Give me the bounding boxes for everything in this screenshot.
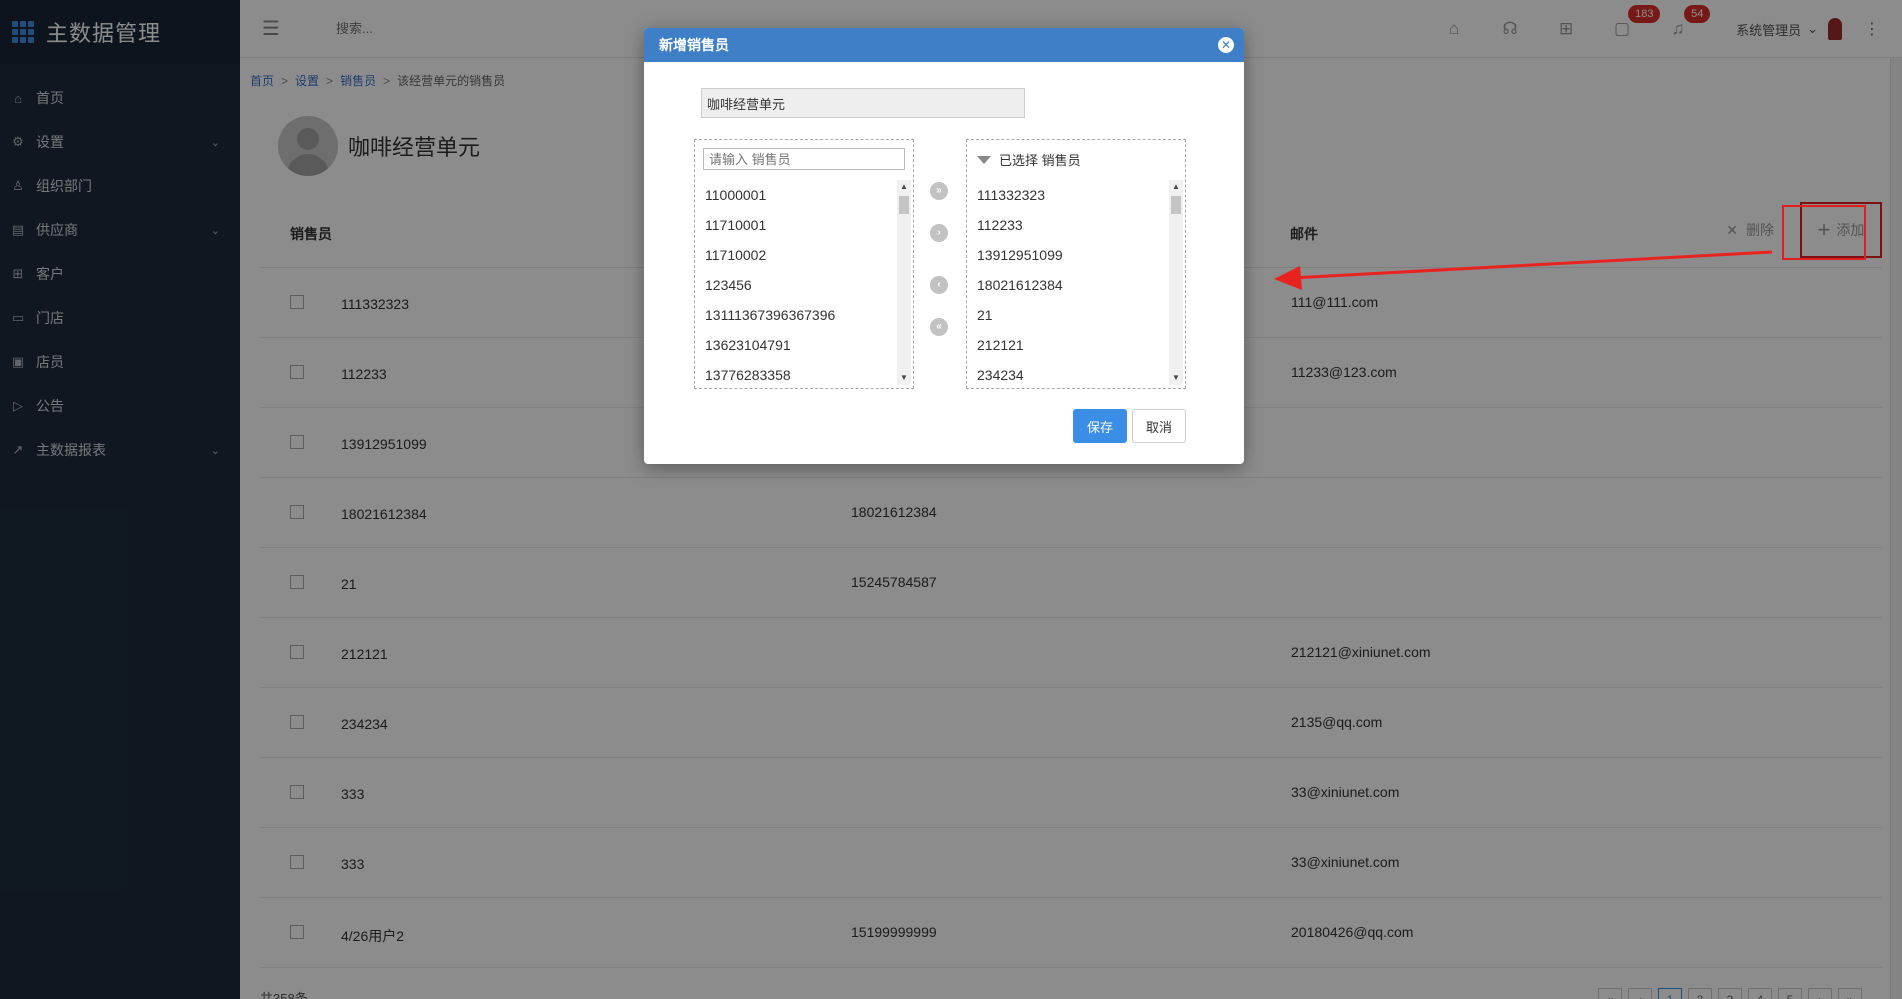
scroll-down-icon[interactable]: ▼ bbox=[1169, 371, 1183, 385]
move-all-left-button[interactable]: « bbox=[930, 318, 948, 336]
list-item[interactable]: 212121 bbox=[977, 330, 1167, 360]
triangle-down-icon bbox=[977, 155, 991, 164]
dialog-header: 新增销售员 ✕ bbox=[644, 28, 1244, 62]
unit-field[interactable] bbox=[701, 88, 1025, 118]
selected-items: 111332323 112233 13912951099 18021612384… bbox=[977, 180, 1167, 390]
scroll-thumb[interactable] bbox=[1171, 196, 1181, 214]
selected-list-header[interactable]: 已选择 销售员 bbox=[977, 150, 1081, 169]
move-right-button[interactable]: › bbox=[930, 224, 948, 242]
list-item[interactable]: 123456 bbox=[705, 270, 895, 300]
list-item[interactable]: 11000001 bbox=[705, 180, 895, 210]
list-item[interactable]: 11710001 bbox=[705, 210, 895, 240]
list-item[interactable]: 111332323 bbox=[977, 180, 1167, 210]
list-item[interactable]: 234234 bbox=[977, 360, 1167, 390]
salesperson-filter-input[interactable] bbox=[703, 148, 905, 170]
available-list: 11000001 11710001 11710002 123456 131113… bbox=[694, 139, 914, 389]
list-item[interactable]: 13912951099 bbox=[977, 240, 1167, 270]
scroll-down-icon[interactable]: ▼ bbox=[897, 371, 911, 385]
list-item[interactable]: 112233 bbox=[977, 210, 1167, 240]
move-all-right-button[interactable]: » bbox=[930, 182, 948, 200]
list-item[interactable]: 13623104791 bbox=[705, 330, 895, 360]
scroll-thumb[interactable] bbox=[899, 196, 909, 214]
cancel-button[interactable]: 取消 bbox=[1132, 409, 1186, 443]
selected-list: 已选择 销售员 111332323 112233 13912951099 180… bbox=[966, 139, 1186, 389]
available-items: 11000001 11710001 11710002 123456 131113… bbox=[705, 180, 895, 390]
list-item[interactable]: 13111367396367396 bbox=[705, 300, 895, 330]
move-left-button[interactable]: ‹ bbox=[930, 276, 948, 294]
add-salesperson-dialog: 新增销售员 ✕ 11000001 11710001 11710002 12345… bbox=[644, 28, 1244, 464]
save-button[interactable]: 保存 bbox=[1073, 409, 1127, 443]
scroll-up-icon[interactable]: ▲ bbox=[1169, 180, 1183, 194]
close-icon[interactable]: ✕ bbox=[1218, 37, 1234, 53]
list-item[interactable]: 13776283358 bbox=[705, 360, 895, 390]
list-scrollbar[interactable]: ▲ ▼ bbox=[1169, 180, 1183, 385]
list-scrollbar[interactable]: ▲ ▼ bbox=[897, 180, 911, 385]
list-item[interactable]: 11710002 bbox=[705, 240, 895, 270]
list-item[interactable]: 18021612384 bbox=[977, 270, 1167, 300]
list-item[interactable]: 21 bbox=[977, 300, 1167, 330]
dialog-title: 新增销售员 bbox=[659, 37, 729, 53]
scroll-up-icon[interactable]: ▲ bbox=[897, 180, 911, 194]
